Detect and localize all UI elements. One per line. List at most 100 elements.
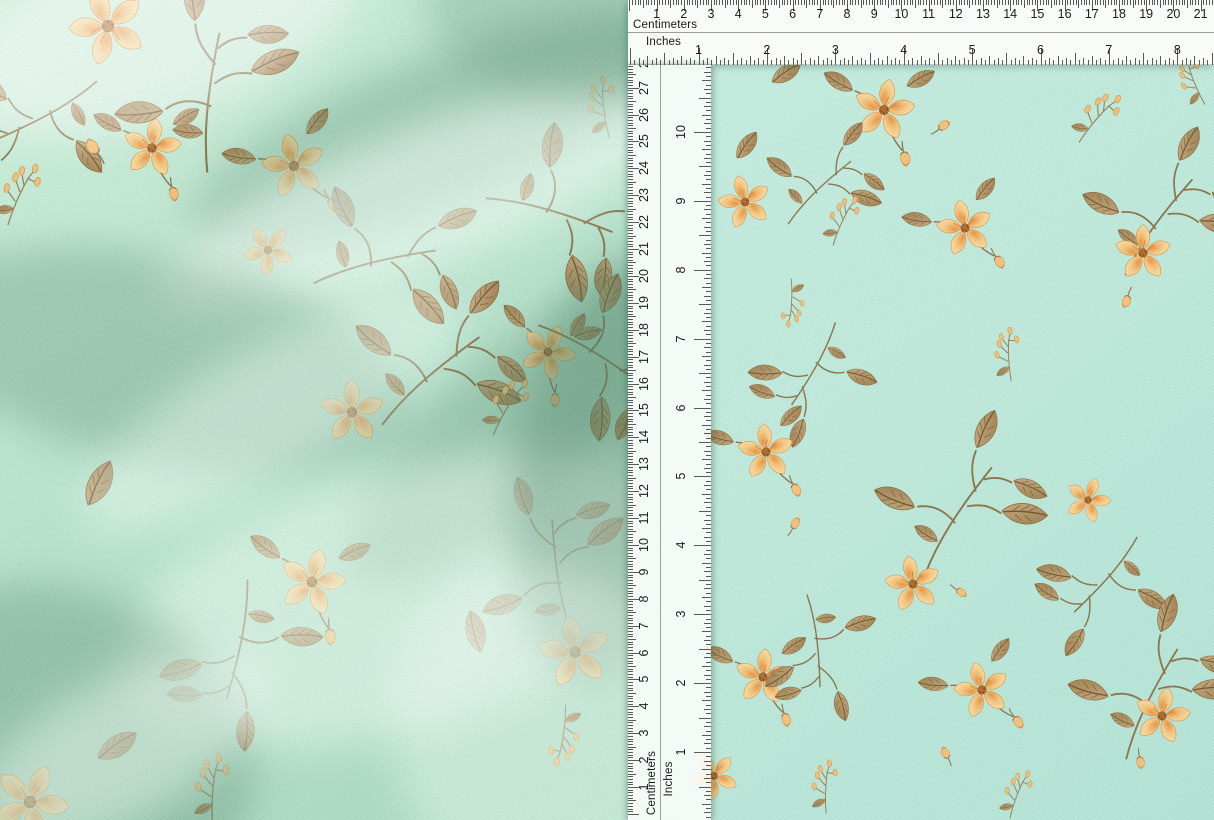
cm-tick — [1152, 0, 1153, 5]
cm-number: 28 — [637, 65, 651, 68]
inch-tick — [647, 56, 648, 65]
inch-tick — [887, 56, 888, 65]
sprig-motif — [804, 759, 845, 816]
side-ruler: Centimeters Inches 123456789101112131415… — [628, 65, 711, 820]
inch-tick — [699, 649, 711, 650]
inch-tick — [951, 60, 952, 65]
cm-tick — [628, 109, 633, 110]
cm-tick — [733, 0, 734, 5]
inch-tick — [706, 774, 711, 775]
leaf-motif — [461, 608, 490, 654]
inch-tick — [1092, 56, 1093, 65]
cm-tick — [1084, 0, 1085, 5]
inch-tick — [706, 489, 711, 490]
cm-tick — [628, 279, 633, 280]
cm-tick — [689, 0, 690, 5]
inch-tick — [706, 817, 711, 818]
cm-tick — [628, 475, 633, 476]
inch-tick — [706, 498, 711, 499]
inch-tick — [699, 98, 711, 99]
cm-tick — [1070, 0, 1071, 5]
cm-tick — [628, 526, 633, 527]
cm-number: 5 — [762, 7, 769, 21]
cm-tick — [628, 776, 633, 777]
inch-tick — [706, 76, 711, 77]
cm-tick — [628, 478, 636, 479]
inch-number: 10 — [674, 125, 688, 139]
inch-tick — [704, 709, 711, 710]
cm-tick — [861, 0, 862, 8]
cm-tick — [628, 190, 633, 191]
cm-tick — [1054, 0, 1055, 5]
inch-tick — [938, 53, 939, 65]
inch-tick — [704, 812, 711, 813]
cm-tick — [1179, 0, 1180, 5]
cm-tick — [654, 0, 655, 5]
cm-tick — [1073, 0, 1074, 5]
cm-tick — [831, 0, 832, 5]
inch-tick — [870, 53, 871, 65]
inch-tick — [702, 459, 711, 460]
inch-tick — [1100, 58, 1101, 65]
cm-tick — [628, 766, 633, 767]
cm-tick — [628, 343, 636, 344]
inch-tick — [706, 782, 711, 783]
cm-tick — [628, 445, 633, 446]
cm-number: 24 — [637, 161, 651, 175]
cm-tick — [628, 123, 633, 124]
cm-tick — [628, 160, 633, 161]
cm-number: 2 — [680, 7, 687, 21]
inch-tick — [1135, 58, 1136, 65]
inch-tick — [1011, 60, 1012, 65]
cm-tick — [988, 0, 989, 5]
inch-tick — [704, 416, 711, 417]
cm-tick — [628, 400, 633, 401]
cm-tick — [628, 225, 633, 226]
cm-tick — [628, 427, 633, 428]
inch-tick — [1019, 60, 1020, 65]
cm-tick — [1171, 0, 1172, 5]
inch-tick — [793, 58, 794, 65]
cm-tick — [628, 644, 633, 645]
cm-tick — [1157, 0, 1158, 5]
cm-number: 21 — [637, 242, 651, 256]
cm-tick — [662, 0, 663, 5]
cm-tick — [1005, 0, 1006, 5]
inch-tick — [704, 554, 711, 555]
draped-fabric-photo — [0, 0, 628, 820]
cm-tick — [790, 0, 791, 5]
cm-number: 15 — [1030, 7, 1044, 21]
inch-tick — [706, 627, 711, 628]
inch-tick — [704, 278, 711, 279]
inch-tick — [694, 476, 711, 477]
inch-tick — [706, 541, 711, 542]
cm-tick — [744, 0, 745, 5]
inch-tick — [895, 58, 896, 65]
cm-tick — [628, 82, 633, 83]
cm-tick — [858, 0, 859, 5]
inch-number: 7 — [674, 335, 688, 342]
inch-tick — [694, 752, 711, 753]
inch-tick — [733, 53, 734, 65]
inch-tick — [706, 317, 711, 318]
cm-tick — [628, 505, 636, 506]
bud-motif — [1120, 285, 1135, 308]
cm-tick — [628, 98, 633, 99]
cm-tick — [896, 0, 897, 5]
inch-number: 6 — [674, 404, 688, 411]
inch-tick — [704, 330, 711, 331]
cm-tick — [628, 736, 633, 737]
cm-tick — [643, 0, 644, 8]
cm-tick — [628, 588, 633, 589]
cm-number: 11 — [637, 512, 651, 525]
inch-tick — [1203, 58, 1204, 65]
inch-tick — [702, 769, 711, 770]
cm-tick — [673, 0, 674, 5]
cm-tick — [907, 0, 908, 5]
cm-tick — [1051, 0, 1052, 8]
cm-tick — [628, 246, 633, 247]
cm-tick — [628, 362, 633, 363]
cm-tick — [920, 0, 921, 5]
inch-tick — [706, 377, 711, 378]
inch-tick — [844, 58, 845, 65]
